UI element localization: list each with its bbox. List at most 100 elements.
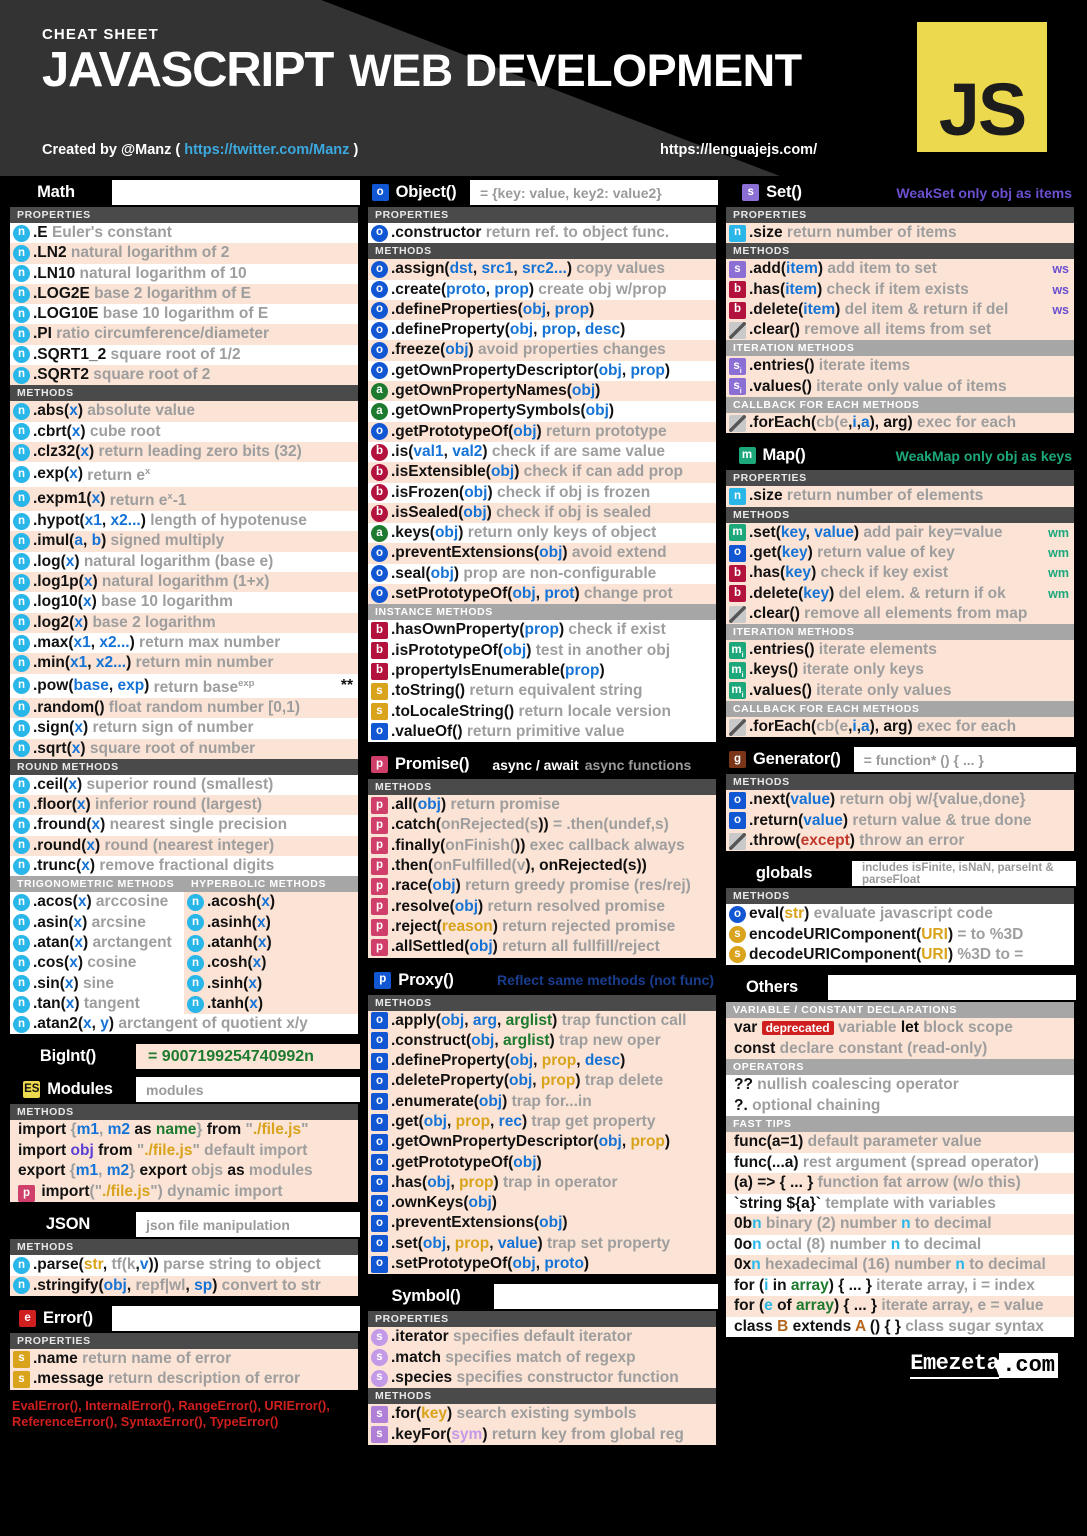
card-error-tab[interactable]: e Error()	[8, 1306, 112, 1332]
card-modules: ES Modules modules METHODS import {m1, m…	[8, 1077, 360, 1205]
card-symbol-body: PROPERTIES s .iterator specifies default …	[366, 1309, 718, 1447]
badge-o-icon: o	[371, 1235, 388, 1253]
badge-b-icon: b	[371, 621, 388, 639]
item-description: trap delete	[580, 1072, 664, 1090]
item-signature: .getOwnPropertySymbols(obj)	[391, 402, 615, 420]
badge-n-icon: n	[13, 1257, 30, 1275]
card-json-tab[interactable]: JSON	[8, 1212, 136, 1238]
item-description: round (nearest integer)	[100, 836, 275, 854]
card-globals-header: globals includes isFinite, isNaN, parseI…	[724, 861, 1076, 887]
item-signature: .sinh(x)	[207, 974, 263, 992]
twitter-link[interactable]: https://twitter.com/Manz	[184, 142, 349, 158]
item-description: sine	[78, 974, 114, 992]
set-callback-list: .forEach(cb(e,i,a), arg) exec for each	[726, 413, 1074, 434]
trig-split: n .acos(x) arccosine n .asin(x) arcsine n .at…	[10, 892, 358, 1015]
badge-o-icon: o	[371, 224, 388, 242]
card-others-tab[interactable]: Others	[724, 975, 828, 1001]
item-signature: .add(item)	[749, 260, 824, 278]
item-signature: .resolve(obj)	[391, 897, 484, 915]
card-map-tab[interactable]: m Map()	[724, 443, 828, 469]
card-bigint-tab[interactable]: BigInt()	[8, 1044, 136, 1070]
badge-s-icon: s	[729, 260, 746, 278]
label-instance-methods: INSTANCE METHODS	[368, 604, 716, 621]
item-text: p import("./file.js") dynamic import	[13, 1182, 283, 1203]
set-note-text: WeakSet only obj as items	[896, 184, 1072, 201]
badge-a-icon: a	[371, 524, 388, 542]
list-item: n .log10(x) base 10 logarithm	[10, 592, 358, 613]
list-item: (a) => { ... } function fat arrow (w/o t…	[726, 1173, 1074, 1194]
item-description: square root of 1/2	[106, 345, 241, 363]
card-set-title: Set()	[766, 183, 802, 201]
badge-b-icon: b	[371, 484, 388, 502]
item-text: func(...a) rest argument (spread operato…	[734, 1153, 1039, 1171]
map-note-text: WeakMap only obj as keys	[895, 447, 1072, 464]
card-promise-tab[interactable]: p Promise()	[366, 752, 483, 778]
item-description: signed multiply	[106, 532, 225, 550]
list-item: b .propertyIsEnumerable(prop)	[368, 660, 716, 682]
item-signature: .species	[391, 1368, 453, 1386]
item-description: return value of key	[812, 543, 955, 561]
item-description: return ref. to object func.	[481, 224, 670, 241]
card-modules-tab[interactable]: ES Modules	[8, 1077, 136, 1103]
badge-o-icon: o	[371, 362, 388, 380]
item-signature: .atan(x)	[33, 933, 89, 951]
card-symbol-tab[interactable]: Symbol()	[366, 1284, 494, 1310]
label-properties-object: PROPERTIES	[368, 207, 716, 223]
card-globals-body: METHODS o eval(str) evaluate javascript c…	[724, 886, 1076, 968]
list-item: s.values() iterate only value of items	[726, 376, 1074, 398]
item-description: natural logarithm of 10	[75, 264, 247, 282]
badge-o-icon: o	[371, 1073, 388, 1091]
list-item: s .for(key) search existing symbols	[368, 1404, 716, 1425]
card-globals-tab[interactable]: globals	[724, 861, 852, 887]
card-generator-header: g Generator() = function* () { ... }	[724, 747, 1076, 773]
item-description: square root of 2	[88, 366, 211, 384]
card-generator-tab[interactable]: g Generator()	[724, 747, 854, 773]
badge-n-icon: n	[13, 423, 30, 441]
column-middle: o Object() = {key: value, key2: value2} …	[366, 180, 718, 1447]
list-item: o .valueOf() return primitive value	[368, 721, 716, 743]
bigint-value: = 9007199254740992n	[136, 1044, 360, 1070]
item-description: %3D to =	[953, 945, 1024, 963]
label-operators: OPERATORS	[726, 1059, 1074, 1076]
item-signature: .isExtensible(obj)	[391, 463, 520, 481]
card-proxy-tab[interactable]: p Proxy()	[366, 967, 470, 993]
promise-note-bold: async / await	[492, 756, 579, 773]
item-signature: .throw(except)	[749, 831, 855, 849]
card-set-tab[interactable]: s Set()	[724, 180, 828, 205]
list-item: o .getPrototypeOf(obj)	[368, 1152, 716, 1173]
list-item: o .next(value) return obj w/{value,done}	[726, 790, 1074, 811]
badge-n-icon: n	[729, 488, 746, 506]
list-item: p .then(onFulfilled(v), onRejected(s))	[368, 856, 716, 877]
item-description: add pair key=value	[859, 523, 1003, 541]
item-text: ?. optional chaining	[734, 1096, 881, 1114]
list-item: b .isPrototypeOf(obj) test in another obj	[368, 640, 716, 661]
item-description: return prototype	[541, 422, 667, 440]
badge-n-icon: n	[187, 934, 204, 952]
item-tag: **	[340, 676, 353, 694]
site-url[interactable]: https://lenguajejs.com/	[660, 142, 817, 158]
list-item: n .random() float random number [0,1)	[10, 698, 358, 719]
badge-o-icon: o	[729, 791, 746, 809]
item-signature: .race(obj)	[391, 877, 461, 895]
item-description: return rejected promise	[497, 917, 676, 935]
item-signature: .clear()	[749, 604, 800, 622]
card-math-tab[interactable]: Math	[8, 180, 112, 205]
badge-n-icon: n	[13, 512, 30, 530]
badge-o-icon: o	[371, 1113, 388, 1131]
list-item: s .add(item) add item to set ws	[726, 259, 1074, 280]
list-item: p .allSettled(obj) return all fullfill/re…	[368, 937, 716, 958]
item-signature: .acos(x)	[33, 893, 92, 911]
item-signature: .values()	[749, 681, 812, 699]
card-object-header: o Object() = {key: value, key2: value2}	[366, 180, 718, 205]
item-signature: .getOwnPropertyDescriptor(obj, prop)	[391, 361, 671, 379]
list-item: b .is(val1, val2) check if are same value	[368, 441, 716, 463]
list-item: export {m1, m2} export objs as modules	[10, 1161, 358, 1182]
card-modules-title: Modules	[47, 1080, 113, 1099]
card-object-tab[interactable]: o Object()	[366, 180, 470, 205]
item-description: return primitive value	[462, 722, 625, 740]
item-signature: .abs(x)	[33, 402, 83, 420]
js-logo-text: JS	[938, 67, 1028, 151]
emezeta-logo[interactable]: Emezeta .com	[910, 1351, 1058, 1380]
item-description: trap get property	[527, 1112, 656, 1130]
list-item: s .message return description of error	[10, 1369, 358, 1390]
